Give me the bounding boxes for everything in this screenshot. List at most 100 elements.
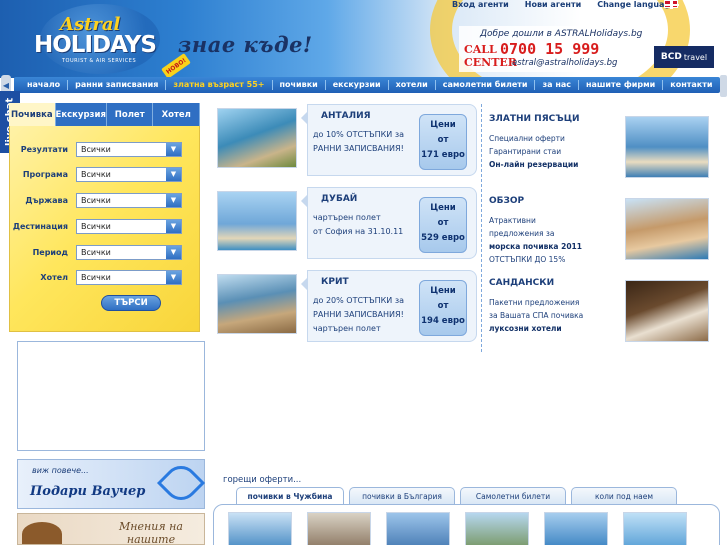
client-reviews-line: Мнения на — [119, 520, 183, 533]
tab-bulgaria[interactable]: почивки в България — [349, 487, 455, 505]
promo-line: Специални оферти — [489, 134, 565, 143]
offer-photo[interactable] — [217, 108, 297, 168]
promo-sandanski[interactable]: САНДАНСКИ Пакетни предложения за Вашата … — [483, 272, 719, 350]
voucher-more-link[interactable]: виж повече... — [32, 466, 89, 475]
chevron-down-icon: ▼ — [166, 271, 181, 284]
promo-title[interactable]: САНДАНСКИ — [489, 278, 554, 288]
offer-photo[interactable] — [217, 191, 297, 251]
results-select[interactable]: Всички ▼ — [76, 142, 182, 157]
tab-flight[interactable]: Полет — [106, 103, 154, 126]
promo-title[interactable]: ОБЗОР — [489, 196, 524, 206]
hot-offer-thumb[interactable] — [307, 512, 371, 545]
nav-item-about[interactable]: за нас — [535, 80, 579, 90]
price-label: Цени — [430, 203, 456, 213]
tab-abroad[interactable]: почивки в Чужбина — [236, 487, 344, 505]
hotel-select[interactable]: Всички ▼ — [76, 270, 182, 285]
nav-item-hotels[interactable]: хотели — [389, 80, 436, 90]
logo-holidays[interactable]: HOLIDAYS — [34, 32, 157, 58]
nav-item-flights[interactable]: самолетни билети — [436, 80, 536, 90]
nav-scroll-right[interactable] — [720, 75, 727, 97]
search-row-destination: Дестинация Всички ▼ — [6, 219, 182, 234]
offer-card-crete[interactable]: КРИТ до 20% ОТСТЪПКИ за РАННИ ЗАПИСВАНИЯ… — [213, 270, 477, 342]
nav-item-companies[interactable]: нашите фирми — [579, 80, 664, 90]
tab-holiday[interactable]: Почивка — [9, 103, 56, 126]
price-label: Цени — [430, 120, 456, 130]
nav-item-contacts[interactable]: контакти — [663, 80, 719, 90]
voucher-title[interactable]: Подари Ваучер — [30, 484, 145, 499]
hot-offer-thumb[interactable] — [544, 512, 608, 545]
offer-title[interactable]: КРИТ — [321, 277, 349, 287]
promo-photo[interactable] — [625, 198, 709, 260]
nav-item-excursions[interactable]: екскурзии — [326, 80, 389, 90]
main-nav: начало ранни записвания златна възраст 5… — [14, 77, 720, 93]
search-button[interactable]: ТЪРСИ — [101, 295, 161, 311]
bcd-logo-sub: travel — [683, 52, 708, 62]
offer-photo[interactable] — [217, 274, 297, 334]
pointer-arrow — [301, 112, 307, 124]
bcd-logo-text: BCD — [660, 52, 682, 62]
pointer-arrow — [301, 195, 307, 207]
bcd-travel-logo[interactable]: BCD travel — [654, 46, 714, 68]
tab-car-rental[interactable]: коли под наем — [571, 487, 677, 505]
hot-offer-thumb[interactable] — [465, 512, 529, 545]
nav-item-golden-age[interactable]: златна възраст 55+ — [166, 80, 273, 90]
offer-card-antalya[interactable]: АНТАЛИЯ до 10% ОТСТЪПКИ за РАННИ ЗАПИСВА… — [213, 104, 477, 176]
offer-title[interactable]: АНТАЛИЯ — [321, 111, 371, 121]
promo-photo[interactable] — [625, 116, 709, 178]
destination-label: Дестинация — [12, 222, 68, 231]
hotel-value: Всички — [81, 273, 111, 282]
email-link[interactable]: astral@astralholidays.bg — [512, 58, 617, 68]
promo-title[interactable]: ЗЛАТНИ ПЯСЪЦИ — [489, 114, 580, 124]
pottery-icon — [22, 522, 62, 544]
promo-bold-line: Он-лайн резервации — [489, 160, 579, 169]
program-value: Всички — [81, 170, 111, 179]
chevron-down-icon: ▼ — [166, 246, 181, 259]
hot-offer-thumb[interactable] — [228, 512, 292, 545]
agent-login-link[interactable]: Вход агенти — [452, 0, 509, 10]
chevron-down-icon: ▼ — [166, 168, 181, 181]
period-value: Всички — [81, 248, 111, 257]
offer-line: до 10% ОТСТЪПКИ за — [313, 130, 404, 139]
price-value: 171 евро — [421, 150, 465, 160]
price-from: от — [437, 135, 449, 145]
client-reviews-text: Мнения на нашите КЛИЕНТИ — [98, 520, 204, 544]
country-select[interactable]: Всички ▼ — [76, 193, 182, 208]
offer-price-badge[interactable]: Цени от 529 евро — [419, 197, 467, 253]
offer-title[interactable]: ДУБАЙ — [321, 194, 357, 204]
top-links: Вход агенти Нови агенти Change language — [452, 0, 676, 10]
nav-item-holidays[interactable]: почивки — [273, 80, 326, 90]
new-agents-link[interactable]: Нови агенти — [525, 0, 581, 10]
gift-voucher-banner[interactable]: виж повече... Подари Ваучер — [17, 458, 206, 509]
phone-number[interactable]: 0700 15 999 — [500, 40, 599, 58]
promo-obzor[interactable]: ОБЗОР Атрактивни предложения за морска п… — [483, 190, 719, 268]
tab-hotel[interactable]: Хотел — [153, 103, 201, 126]
chevron-down-icon: ▼ — [166, 194, 181, 207]
period-select[interactable]: Всички ▼ — [76, 245, 182, 260]
ribbon-bow-icon — [156, 458, 206, 508]
offer-price-badge[interactable]: Цени от 171 евро — [419, 114, 467, 170]
offer-card-dubai[interactable]: ДУБАЙ чартърен полет от София на 31.10.1… — [213, 187, 477, 259]
client-reviews-banner[interactable]: Мнения на нашите КЛИЕНТИ — [17, 513, 205, 545]
offer-description: до 20% ОТСТЪПКИ за РАННИ ЗАПИСВАНИЯ! чар… — [313, 294, 413, 336]
search-row-results: Резултати Всички ▼ — [6, 142, 182, 157]
promo-golden-sands[interactable]: ЗЛАТНИ ПЯСЪЦИ Специални оферти Гарантира… — [483, 108, 719, 186]
offer-price-badge[interactable]: Цени от 194 евро — [419, 280, 467, 336]
hot-offers-title: горещи оферти... — [223, 475, 302, 485]
uk-flag-icon[interactable] — [664, 0, 679, 9]
hot-offer-thumb[interactable] — [386, 512, 450, 545]
promo-photo[interactable] — [625, 280, 709, 342]
hot-offers-tabs: почивки в Чужбина почивки в България Сам… — [236, 487, 677, 505]
tab-flights[interactable]: Самолетни билети — [460, 487, 566, 505]
hotel-label: Хотел — [40, 273, 68, 282]
nav-item-home[interactable]: начало — [20, 80, 69, 90]
promo-text: Специални оферти Гарантирани стаи Он-лай… — [489, 132, 578, 171]
program-select[interactable]: Всички ▼ — [76, 167, 182, 182]
results-label: Резултати — [20, 145, 68, 154]
logo-subtitle: TOURIST & AIR SERVICES — [62, 58, 137, 64]
promo-line: ОТСТЪПКИ ДО 15% — [489, 255, 566, 264]
hot-offer-thumb[interactable] — [623, 512, 687, 545]
tab-excursion[interactable]: Екскурзия — [55, 103, 107, 126]
destination-select[interactable]: Всички ▼ — [76, 219, 182, 234]
nav-item-early-booking[interactable]: ранни записвания — [68, 80, 167, 90]
price-label: Цени — [430, 286, 456, 296]
